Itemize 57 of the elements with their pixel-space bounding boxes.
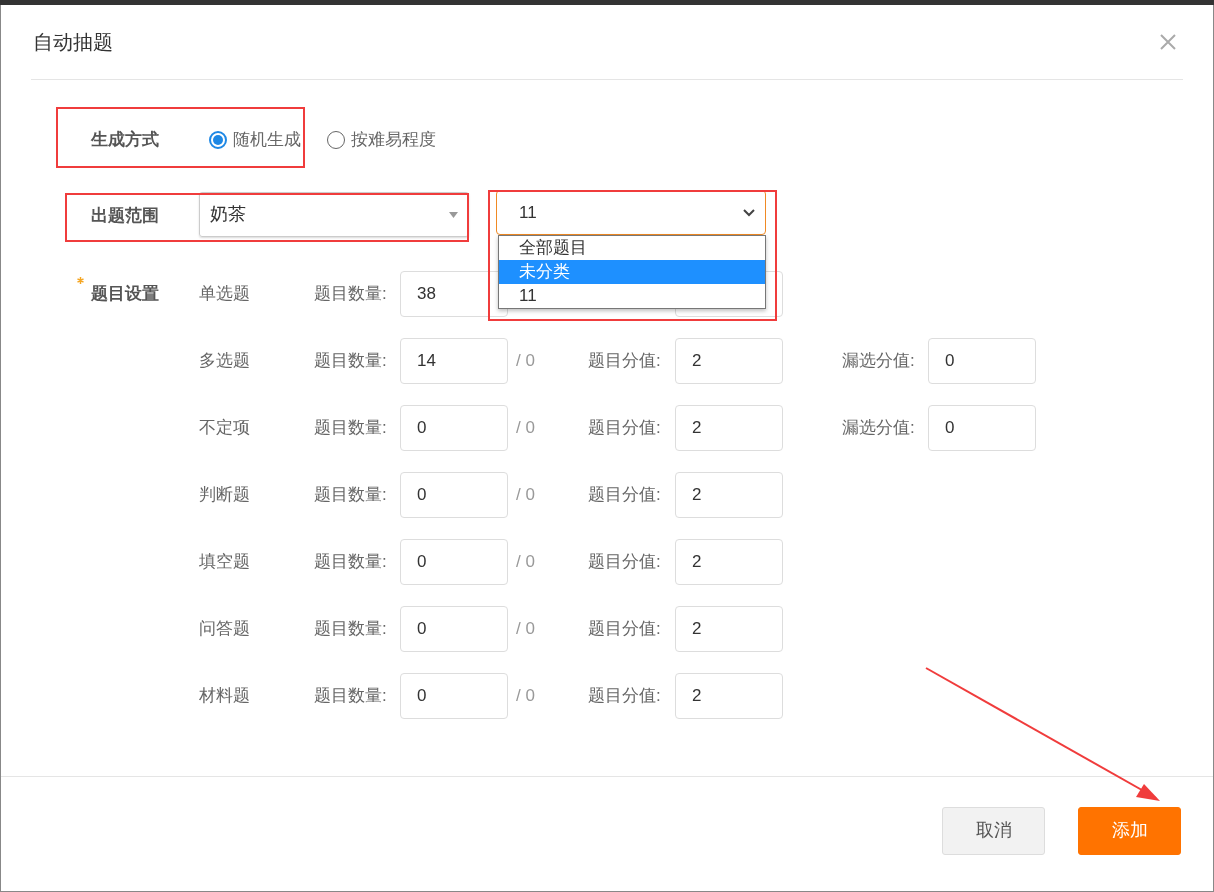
field-label: 题目分值:: [588, 685, 662, 708]
score-input[interactable]: 2: [675, 338, 783, 384]
question-type: 不定项: [199, 417, 251, 440]
count-input[interactable]: 0: [400, 472, 508, 518]
score-input[interactable]: 2: [675, 405, 783, 451]
count-input[interactable]: 0: [400, 606, 508, 652]
question-type: 单选题: [199, 283, 251, 306]
total-count: / 0: [515, 417, 536, 440]
count-input[interactable]: 14: [400, 338, 508, 384]
dropdown-arrow-icon: [449, 211, 458, 218]
count-input[interactable]: 0: [400, 673, 508, 719]
field-label: 题目数量:: [314, 283, 388, 306]
total-count: / 0: [515, 685, 536, 708]
score-input[interactable]: 2: [675, 606, 783, 652]
form-label: 生成方式: [91, 130, 159, 150]
chevron-down-icon: [743, 208, 755, 217]
count-input[interactable]: 38: [400, 271, 508, 317]
field-label: 题目数量:: [314, 417, 388, 440]
total-count: / 0: [515, 484, 536, 507]
total-count: / 0: [515, 618, 536, 641]
radio-label[interactable]: 随机生成: [233, 127, 301, 153]
field-label: 题目分值:: [588, 484, 662, 507]
field-label: 题目分值:: [588, 551, 662, 574]
question-type: 判断题: [199, 484, 251, 507]
partial-score-input[interactable]: 0: [928, 405, 1036, 451]
field-label: 题目分值:: [588, 350, 662, 373]
form-label: 出题范围: [91, 205, 159, 225]
count-input[interactable]: 0: [400, 539, 508, 585]
question-type: 多选题: [199, 350, 251, 373]
field-label: 题目数量:: [314, 350, 388, 373]
cancel-button[interactable]: 取消: [942, 806, 1045, 855]
field-label: 漏选分值:: [842, 417, 916, 440]
field-label: 题目数量:: [314, 484, 388, 507]
field-label: 题目分值:: [588, 417, 662, 440]
score-input[interactable]: 2: [675, 673, 783, 719]
question-type: 问答题: [199, 618, 251, 641]
question-type: 填空题: [199, 551, 251, 574]
total-count: / 0: [515, 551, 536, 574]
field-label: 题目数量:: [314, 685, 388, 708]
radio-button[interactable]: [209, 131, 227, 149]
field-label: 题目分值:: [588, 618, 662, 641]
bank-select[interactable]: 奶茶: [199, 192, 469, 237]
dialog-title: 自动抽题: [32, 30, 113, 55]
total-count: / 0: [515, 350, 536, 373]
score-input[interactable]: 2: [675, 472, 783, 518]
dropdown-option[interactable]: 全部题目: [499, 236, 765, 260]
score-input[interactable]: 2: [675, 539, 783, 585]
field-label: 题目数量:: [314, 618, 388, 641]
radio-button[interactable]: [327, 131, 345, 149]
field-label: 题目数量:: [314, 551, 388, 574]
question-type: 材料题: [199, 685, 251, 708]
count-input[interactable]: 0: [400, 405, 508, 451]
partial-score-input[interactable]: 0: [928, 338, 1036, 384]
radio-label[interactable]: 按难易程度: [351, 127, 436, 153]
form-label: 题目设置: [91, 284, 159, 303]
close-icon[interactable]: [1159, 33, 1177, 51]
field-label: 漏选分值:: [842, 350, 916, 373]
